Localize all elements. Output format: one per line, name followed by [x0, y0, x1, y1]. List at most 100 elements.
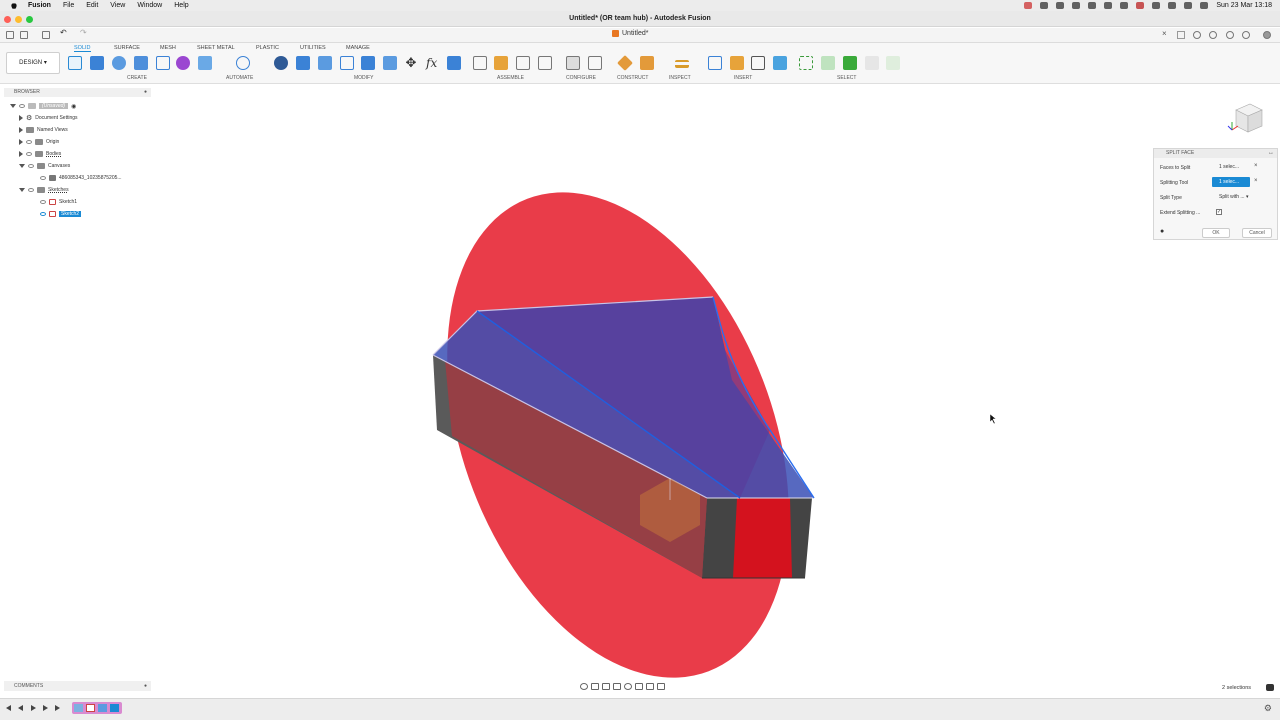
bluetooth-icon[interactable]	[1120, 2, 1129, 9]
faces-to-split-selection[interactable]: 1 selec...	[1212, 162, 1250, 172]
menu-app[interactable]: Fusion	[28, 2, 51, 9]
timeline-previous-icon[interactable]	[18, 705, 23, 711]
select-icon[interactable]	[799, 56, 813, 70]
clear-faces-icon[interactable]: ×	[1254, 163, 1258, 169]
look-at-icon[interactable]	[591, 682, 599, 690]
automate-icon[interactable]	[236, 56, 250, 70]
insert-derive-icon[interactable]	[708, 56, 722, 70]
parameters-icon[interactable]: fx	[426, 56, 440, 70]
decal-icon[interactable]	[730, 56, 744, 70]
splitting-tool-selection[interactable]: 1 selec...	[1212, 177, 1250, 187]
fit-icon[interactable]	[624, 682, 632, 690]
status-icon[interactable]	[1056, 2, 1065, 9]
menu-window[interactable]: Window	[137, 2, 162, 9]
group-inspect[interactable]: INSPECT	[669, 75, 691, 81]
extensions-icon[interactable]	[1193, 31, 1201, 39]
group-select[interactable]: SELECT	[837, 75, 856, 81]
extend-splitting-checkbox[interactable]: ✓	[1216, 209, 1222, 215]
save-icon[interactable]	[42, 31, 50, 39]
timeline-sketch2-feature[interactable]	[110, 704, 119, 712]
control-center-icon[interactable]	[1200, 2, 1209, 9]
derive-icon[interactable]	[198, 56, 212, 70]
comments-panel[interactable]: COMMENTS ●	[4, 681, 151, 691]
joint-icon[interactable]	[494, 56, 508, 70]
close-tab-icon[interactable]: ×	[1162, 29, 1167, 38]
measure-icon[interactable]	[675, 60, 689, 68]
help-icon[interactable]	[1242, 31, 1250, 39]
form-icon[interactable]	[176, 56, 190, 70]
press-pull-icon[interactable]	[274, 56, 288, 70]
group-modify[interactable]: MODIFY	[354, 75, 373, 81]
menu-clock[interactable]: Sun 23 Mar 13:18	[1216, 2, 1272, 9]
menu-edit[interactable]: Edit	[86, 2, 98, 9]
group-insert[interactable]: INSERT	[734, 75, 752, 81]
grid-menu-icon[interactable]	[6, 31, 14, 39]
tab-sheet-metal[interactable]: SHEET METAL	[197, 45, 235, 51]
timeline-start-icon[interactable]	[6, 705, 11, 711]
group-assemble[interactable]: ASSEMBLE	[497, 75, 524, 81]
tab-utilities[interactable]: UTILITIES	[300, 45, 326, 51]
select-priority-icon[interactable]	[886, 56, 900, 70]
tab-manage[interactable]: MANAGE	[346, 45, 370, 51]
viewports-icon[interactable]	[657, 682, 665, 690]
tab-mesh[interactable]: MESH	[160, 45, 176, 51]
menu-view[interactable]: View	[110, 2, 125, 9]
as-built-joint-icon[interactable]	[516, 56, 530, 70]
physical-material-icon[interactable]	[447, 56, 461, 70]
tab-solid[interactable]: SOLID	[74, 45, 91, 52]
dialog-header[interactable]: SPLIT FACE ↔	[1154, 149, 1277, 158]
wifi-icon[interactable]	[1168, 2, 1177, 9]
new-tab-icon[interactable]	[1177, 31, 1185, 39]
timeline-sketch-feature[interactable]	[86, 704, 95, 712]
grid-settings-icon[interactable]	[646, 682, 654, 690]
timeline-end-icon[interactable]	[55, 705, 60, 711]
zoom-icon[interactable]	[613, 682, 621, 690]
cancel-button[interactable]: Cancel	[1242, 228, 1272, 238]
pan-icon[interactable]	[602, 682, 610, 690]
shell-icon[interactable]	[340, 56, 354, 70]
scale-icon[interactable]	[383, 56, 397, 70]
job-status-icon[interactable]	[1209, 31, 1217, 39]
status-app-icon[interactable]	[1024, 2, 1033, 9]
timeline-canvas-feature[interactable]	[74, 704, 83, 712]
combine-icon[interactable]	[361, 56, 375, 70]
configuration-table-icon[interactable]	[588, 56, 602, 70]
menu-help[interactable]: Help	[174, 2, 188, 9]
display-settings-icon[interactable]	[635, 682, 643, 690]
flag-icon[interactable]	[1136, 2, 1145, 9]
select-through-icon[interactable]	[821, 56, 835, 70]
pattern-icon[interactable]	[156, 56, 170, 70]
tab-plastic[interactable]: PLASTIC	[256, 45, 279, 51]
timeline-play-icon[interactable]	[31, 705, 36, 711]
search-icon[interactable]	[1184, 2, 1193, 9]
redo-icon[interactable]: ↷	[80, 28, 88, 37]
viewcube[interactable]	[1226, 98, 1270, 138]
notifications-icon[interactable]	[1226, 31, 1234, 39]
extrude-icon[interactable]	[90, 56, 104, 70]
menu-file[interactable]: File	[63, 2, 74, 9]
ok-button[interactable]: OK	[1202, 228, 1230, 238]
create-sketch-icon[interactable]	[68, 56, 82, 70]
configure-icon[interactable]	[566, 56, 580, 70]
canvas-icon[interactable]	[773, 56, 787, 70]
timeline-next-icon[interactable]	[43, 705, 48, 711]
timeline-extrude-feature[interactable]	[98, 704, 107, 712]
zoom-window-button[interactable]	[26, 16, 33, 23]
split-type-dropdown[interactable]: Split with ... ▾	[1212, 192, 1258, 202]
info-icon[interactable]: ●	[1160, 228, 1164, 235]
avatar[interactable]	[1263, 31, 1271, 39]
clear-splitting-tool-icon[interactable]: ×	[1254, 178, 1258, 184]
headphones-icon[interactable]	[1104, 2, 1113, 9]
group-automate[interactable]: AUTOMATE	[226, 75, 253, 81]
joint-origin-icon[interactable]	[538, 56, 552, 70]
comments-add-icon[interactable]: ●	[144, 681, 147, 691]
timeline-settings-icon[interactable]: ⚙	[1264, 703, 1272, 714]
close-window-button[interactable]	[4, 16, 11, 23]
expand-dialog-icon[interactable]: ↔	[1268, 149, 1274, 158]
fillet-icon[interactable]	[296, 56, 310, 70]
status-icon[interactable]	[1088, 2, 1097, 9]
apple-icon[interactable]	[10, 2, 18, 10]
status-icon[interactable]	[1040, 2, 1049, 9]
group-configure[interactable]: CONFIGURE	[566, 75, 596, 81]
hole-icon[interactable]	[134, 56, 148, 70]
